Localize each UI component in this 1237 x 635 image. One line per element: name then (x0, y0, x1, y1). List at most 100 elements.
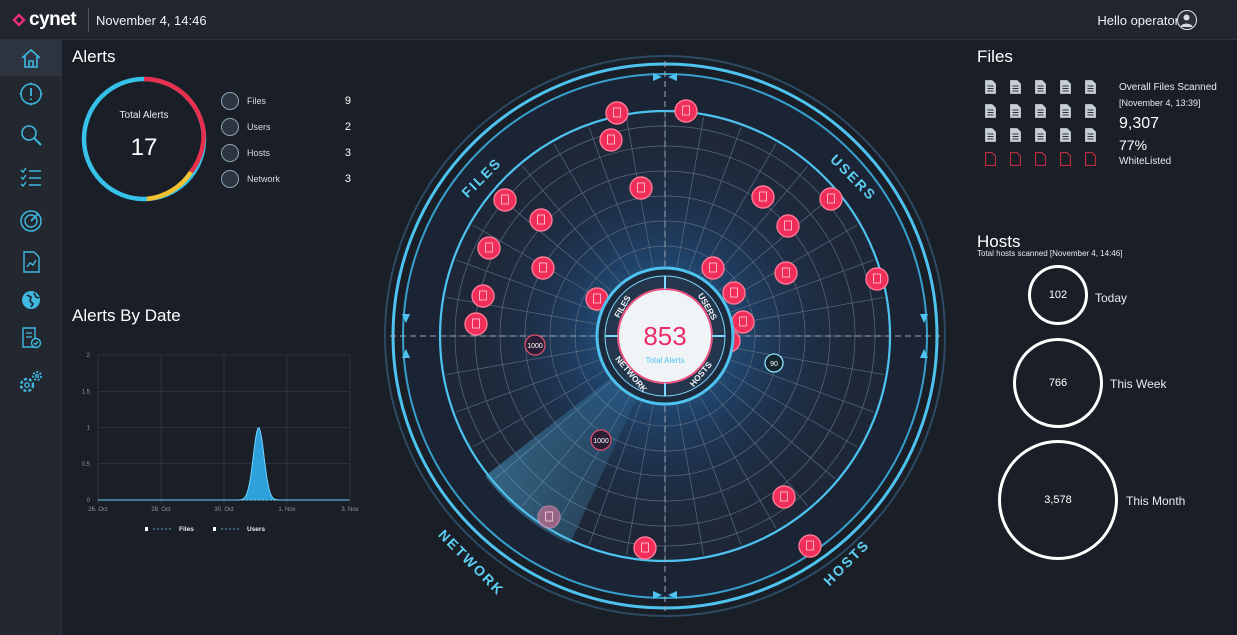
alerts-by-date-title: Alerts By Date (72, 306, 181, 325)
alert-category-files[interactable]: Files 9 (221, 91, 351, 111)
alert-dot-circle (731, 310, 755, 334)
file-whitelisted-icon (1060, 80, 1071, 94)
radar-alert-dot[interactable] (772, 485, 796, 509)
chart-x-tick: 30. Oct (214, 507, 234, 513)
radar-alert-dot[interactable] (529, 208, 553, 232)
chart-y-tick: 0.5 (82, 462, 91, 468)
nav-radar[interactable] (0, 203, 62, 239)
top-bar: cynet November 4, 14:46 Hello operator (0, 0, 1237, 40)
radar-alert-dot[interactable] (865, 267, 889, 291)
home-icon (21, 48, 41, 68)
radar-alert-dot[interactable] (776, 214, 800, 238)
nav-home[interactable] (0, 40, 62, 76)
search-icon (21, 125, 42, 146)
radar-alert-dot[interactable] (531, 256, 555, 280)
report-icon (23, 251, 40, 273)
file-whitelisted-icon (1060, 104, 1071, 118)
host-category-icon (221, 144, 239, 162)
radar-alert-dot[interactable] (464, 312, 488, 336)
category-label: Hosts (247, 148, 271, 158)
cynet-logo-mark-icon (12, 13, 26, 27)
radar-marker-label: 90 (770, 361, 778, 368)
files-whitelisted-pct: 77% (1119, 137, 1148, 153)
cynet-logo[interactable]: cynet (12, 9, 77, 30)
category-count: 3 (344, 147, 351, 159)
alert-dot-circle (865, 267, 889, 291)
radar-alert-dot[interactable] (701, 256, 725, 280)
radar-alert-dot[interactable] (493, 188, 517, 212)
file-not-whitelisted-icon (985, 152, 996, 166)
radar-marker-90[interactable]: 90 (764, 353, 784, 373)
file-not-whitelisted-icon (1060, 152, 1071, 166)
alert-dot-circle (722, 281, 746, 305)
file-whitelisted-icon (1010, 80, 1021, 94)
radar-alert-dot[interactable] (819, 187, 843, 211)
hosts-today-circle[interactable]: 102 (1028, 265, 1088, 325)
network-category-icon (221, 170, 239, 188)
radar-alert-dot[interactable] (674, 99, 698, 123)
hosts-month-value: 3,578 (1044, 494, 1072, 506)
file-whitelisted-icon (1035, 80, 1046, 94)
radar-marker-label: 1000 (527, 343, 543, 350)
hosts-subtitle: Total hosts scanned [November 4, 14:46] (977, 249, 1123, 258)
alert-dot-circle (633, 536, 657, 560)
checklist-icon (20, 167, 41, 188)
alert-category-network[interactable]: Network 3 (221, 169, 351, 189)
radar-marker-1000-b[interactable]: 1000 (590, 429, 612, 451)
file-whitelisted-icon (1035, 128, 1046, 142)
nav-reports[interactable] (0, 244, 62, 280)
legend-label: Files (179, 526, 194, 533)
alert-dot-circle (537, 505, 561, 529)
chart-x-tick: 28. Oct (151, 507, 171, 513)
alert-dot-circle (776, 214, 800, 238)
radar-marker-1000-a[interactable]: 1000 (524, 334, 546, 356)
radar-alert-dot[interactable] (605, 101, 629, 125)
settings-icon (19, 371, 42, 393)
category-label: Users (247, 122, 271, 132)
alert-dot-circle (674, 99, 698, 123)
chart-x-tick: 3. Nov (341, 507, 358, 513)
alert-category-users[interactable]: Users 2 (221, 117, 351, 137)
file-whitelisted-icon (1035, 104, 1046, 118)
files-scanned-date: [November 4, 13:39] (1119, 98, 1201, 108)
nav-alerts[interactable] (0, 76, 62, 112)
alert-dot-circle (605, 101, 629, 125)
hosts-week-circle[interactable]: 766 (1013, 338, 1103, 428)
radar-alert-dot[interactable] (774, 261, 798, 285)
total-alerts-label: Total Alerts (119, 110, 169, 121)
radar-alert-dot[interactable] (798, 534, 822, 558)
user-avatar-icon[interactable] (1177, 10, 1197, 30)
nav-globe[interactable] (0, 282, 62, 318)
radar-alert-dot[interactable] (537, 505, 561, 529)
globe-icon (22, 291, 40, 309)
nav-policy[interactable] (0, 320, 62, 356)
radar-alert-dot[interactable] (629, 176, 653, 200)
radar-alert-dot[interactable] (633, 536, 657, 560)
nav-search[interactable] (0, 117, 62, 153)
nav-checklist[interactable] (0, 160, 62, 196)
alert-category-hosts[interactable]: Hosts 3 (221, 143, 351, 163)
radar-alert-dot[interactable] (471, 284, 495, 308)
radar-alert-dot[interactable] (731, 310, 755, 334)
file-whitelisted-icon (985, 104, 996, 118)
alert-dot-circle (629, 176, 653, 200)
radar-alert-dot[interactable] (751, 185, 775, 209)
alert-dot-circle (493, 188, 517, 212)
radar-alert-dot[interactable] (477, 236, 501, 260)
radar-alert-dot[interactable] (599, 128, 623, 152)
nav-settings[interactable] (0, 364, 62, 400)
user-category-icon (221, 118, 239, 136)
category-count: 3 (344, 173, 351, 185)
alert-dot-circle (772, 485, 796, 509)
alert-dot-circle (599, 128, 623, 152)
radar-alert-dot[interactable] (722, 281, 746, 305)
hosts-month-label: This Month (1126, 494, 1186, 508)
hosts-month-circle[interactable]: 3,578 (998, 440, 1118, 560)
file-whitelisted-icon (1085, 128, 1096, 142)
category-label: Network (247, 174, 281, 184)
logo-text: cynet (29, 9, 77, 30)
chart-y-tick: 0 (87, 498, 91, 504)
alert-dot-circle (701, 256, 725, 280)
legend-marker (213, 527, 216, 531)
alert-dot-circle (477, 236, 501, 260)
